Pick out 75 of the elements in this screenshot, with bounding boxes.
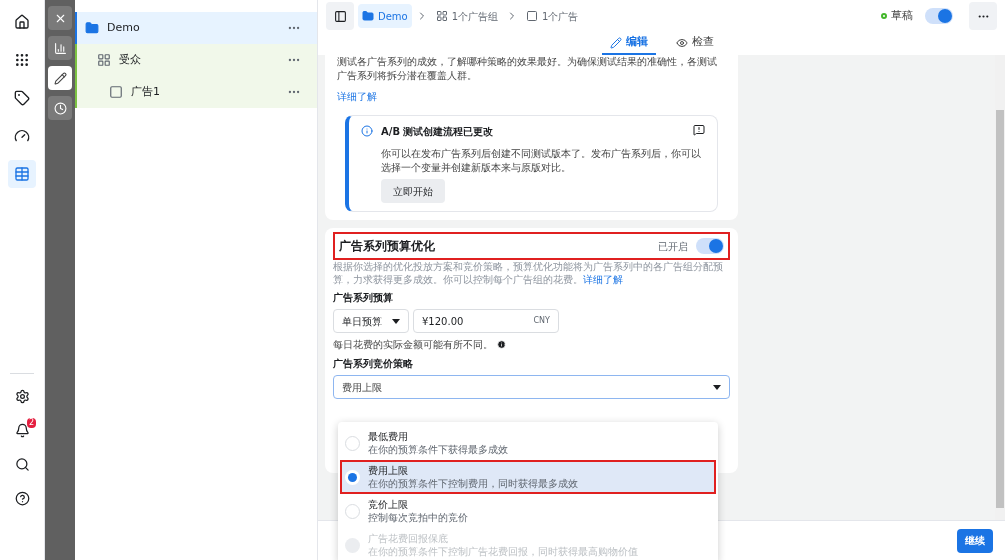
tool-button[interactable] [48,6,72,30]
tree-label: 受众 [119,51,142,68]
learn-more-link[interactable]: 详细了解 [583,274,623,285]
clock-icon [53,101,67,115]
sidebar-icon [333,9,347,23]
table-icon [14,166,30,182]
tree-item[interactable]: Demo [75,12,317,44]
description-text: 根据你选择的优化投放方案和竞价策略，预算优化功能将为广告系列中的各广告组分配预算，力求获得更多成效。你可以控制每个广告组的花费。详细了解 [333,260,724,286]
info-icon [497,340,506,349]
budget-type-select[interactable]: 单日预算 [333,309,409,333]
bid-strategy-select[interactable]: 费用上限 [333,375,730,399]
pencil-icon [609,36,622,49]
eye-icon [675,36,688,49]
breadcrumb-item[interactable]: 1个广告组 [431,4,503,28]
search-icon [14,456,30,472]
tree-item[interactable]: 广告1 [75,76,317,108]
option-title: 竞价上限 [368,498,409,511]
learn-more-link[interactable]: 详细了解 [337,91,377,102]
start-now-button[interactable]: 立即开始 [381,179,445,203]
gauge-icon [14,128,30,144]
tree-label: 广告1 [131,83,161,100]
bell-icon [14,422,30,438]
tag-icon [14,90,30,106]
toggle-switch[interactable] [696,238,724,254]
pencil-icon [53,71,67,85]
breadcrumb-item[interactable]: Demo [358,4,412,28]
breadcrumb-item[interactable]: 1个广告 [522,4,583,28]
nav-button[interactable]: 2 [8,418,36,442]
notice-text: 你可以在发布广告系列后创建不同测试版本了。发布广告系列后，你可以选择一个变量并创建新版本来与原版对比。 [381,147,702,175]
toggle-label: 已开启 [658,239,688,254]
grid-icon [97,53,111,67]
option-subtitle: 在你的预算条件下控制费用，同时获得最多成效 [368,477,578,490]
radio-button[interactable] [345,469,360,485]
home-icon [14,14,30,30]
note-text: 每日花费的实际金额可能有所不同。 [333,338,493,352]
currency-label: CNY [533,315,550,327]
field-label: 广告系列竞价策略 [333,357,414,371]
info-icon [361,125,373,137]
panel-toggle-button[interactable] [326,2,354,30]
option-title: 费用上限 [368,464,409,477]
help-icon [14,490,30,506]
folder-icon [85,21,99,35]
tab[interactable]: 检查 [667,32,722,55]
square-icon [526,10,539,22]
caret-icon [392,318,400,324]
caret-icon [713,384,721,390]
apps-grid-icon [14,52,30,68]
toggle-switch[interactable] [925,8,953,24]
status-label: 草稿 [891,7,913,24]
option-subtitle: 控制每次竞拍中的竞价 [368,511,468,524]
field-label: 广告系列预算 [333,291,394,305]
dropdown-option[interactable]: 竞价上限 控制每次竞拍中的竞价 [340,494,716,528]
section-title: 广告系列预算优化 [339,238,436,255]
tree-item[interactable]: 受众 [75,44,317,76]
feedback-icon [693,124,705,136]
option-title: 最低费用 [368,430,409,443]
settings-icon [14,388,30,404]
tool-button[interactable] [48,66,72,90]
bar-chart-icon [53,41,67,55]
amount-field[interactable]: ¥120.00 CNY [413,309,559,333]
folder-icon [362,10,374,22]
grid-icon [435,10,448,22]
dropdown-option[interactable]: 费用上限 在你的预算条件下控制费用，同时获得最多成效 [340,460,716,494]
square-icon [109,85,123,99]
notice-title: A/B 测试创建流程已更改 [381,125,495,139]
option-subtitle: 在你的预算条件下获得最多成效 [368,443,508,456]
description-text: 测试各广告系列的成效，了解哪种策略的效果最好。为确保测试结果的准确性，各测试广告系列将拆分潜在覆盖人群。 [337,55,718,83]
tree-label: Demo [107,19,141,36]
tool-button[interactable] [48,36,72,60]
tool-button[interactable] [48,96,72,120]
dropdown-option[interactable]: 最低费用 在你的预算条件下获得最多成效 [340,426,716,460]
radio-button[interactable] [345,503,360,519]
notification-badge: 2 [26,418,36,428]
continue-button[interactable]: 继续 [957,528,993,553]
radio-button[interactable] [345,435,360,451]
